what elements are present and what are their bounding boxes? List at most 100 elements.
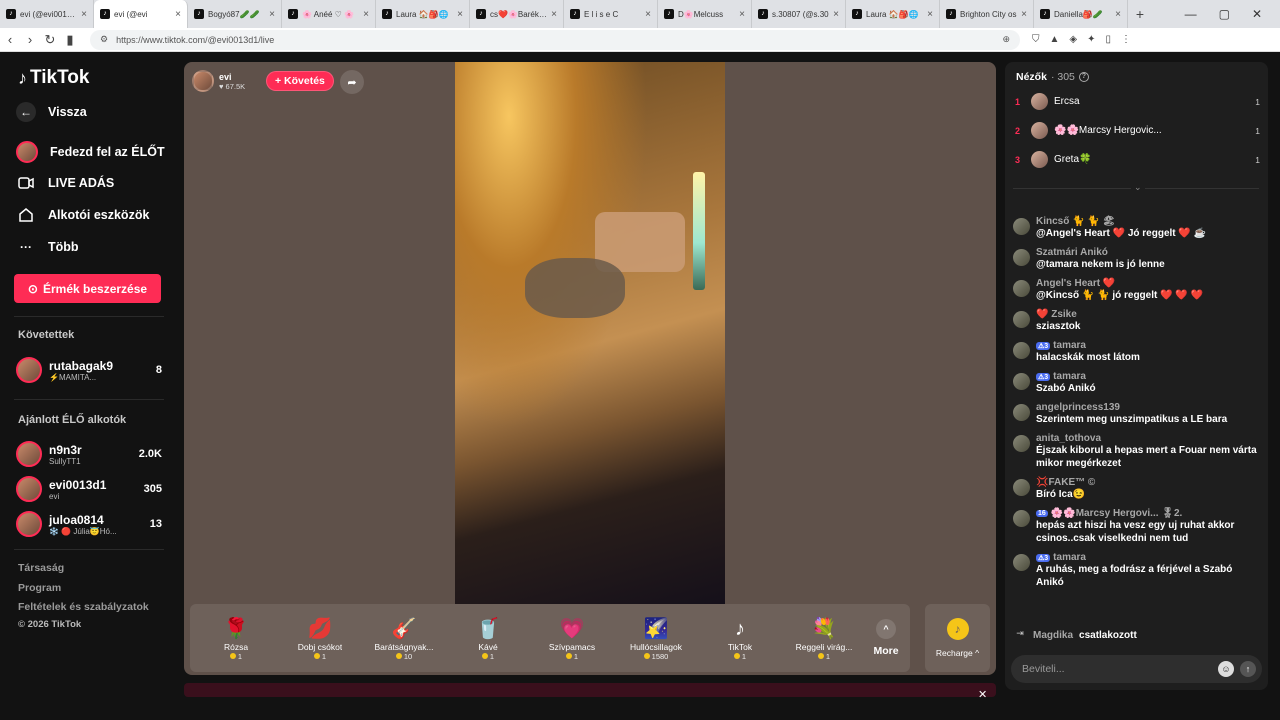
alert-icon[interactable]: ▲ [1050,34,1060,45]
avatar[interactable] [1013,554,1030,571]
more-gifts-button[interactable]: ^ More [866,619,906,657]
tab-close-icon[interactable]: × [81,9,87,20]
chat-username[interactable]: 💢FAKE™ © [1036,477,1095,488]
tab-close-icon[interactable]: × [739,9,745,20]
close-window-icon[interactable]: ✕ [1252,7,1262,21]
suggested-account[interactable]: juloa0814 ❄️ 🔴 Júlia😇Hó... 13 [16,511,162,537]
help-icon[interactable]: ? [1078,72,1089,82]
nav-creator-tools[interactable]: Alkotói eszközök [16,205,176,225]
chat-username[interactable]: Szatmári Anikó [1036,247,1108,258]
send-icon[interactable]: ↑ [1240,661,1256,677]
back-link[interactable]: ← Vissza [16,102,176,122]
footer-terms-link[interactable]: Feltételek és szabályzatok [18,601,149,613]
browser-tab[interactable]: ♪ Laura 🏠🎒🌐 × [376,0,470,28]
footer-company-link[interactable]: Társaság [18,562,64,574]
browser-tab[interactable]: ♪ Bogyó87🥒🥒 × [188,0,282,28]
browser-tab[interactable]: ♪ Daniella🎒🥒 × [1034,0,1128,28]
host-info[interactable]: evi ♥ 67.5K [192,70,245,92]
minimize-icon[interactable]: — [1185,7,1197,21]
joined-user[interactable]: Magdika [1033,630,1073,641]
tab-close-icon[interactable]: × [927,9,933,20]
avatar[interactable] [1013,218,1030,235]
browser-tab[interactable]: ♪ D🌸Melcuss × [658,0,752,28]
browser-tab[interactable]: ♪ Brighton City os × [940,0,1034,28]
reload-icon[interactable]: ↻ [40,32,60,48]
gift-item[interactable]: 🌠 Hullócsillagok 1580 [614,616,698,661]
follow-button[interactable]: + Követés [266,71,334,91]
back-nav-icon[interactable]: ‹ [0,32,20,47]
chat-username[interactable]: anita_tothova [1036,433,1101,444]
sidebar-icon[interactable]: ▯ [1106,34,1112,45]
get-coins-button[interactable]: ⊙ Érmék beszerzése [14,274,161,303]
shield-icon[interactable]: ⛉ [1032,34,1040,45]
chat-username[interactable]: Angel's Heart ❤️ [1036,278,1115,289]
close-icon[interactable]: ✕ [978,688,987,701]
suggested-account[interactable]: evi0013d1 evi 305 [16,476,162,502]
gift-item[interactable]: 🥤 Kávé 1 [446,616,530,661]
avatar[interactable] [1013,479,1030,496]
live-video[interactable] [455,62,725,604]
chat-username[interactable]: Kincső 🐈 🐈 🏖 [1036,216,1115,227]
chat-username[interactable]: ❤️ Zsike [1036,309,1077,320]
avatar[interactable] [1013,510,1030,527]
tab-close-icon[interactable]: × [1021,9,1027,20]
avatar[interactable] [1013,249,1030,266]
chat-input[interactable] [1022,663,1218,675]
url-field[interactable]: ⚙ https://www.tiktok.com/@evi0013d1/live… [90,29,1020,50]
nav-live-broadcast[interactable]: LIVE ADÁS [16,173,176,193]
footer-program-link[interactable]: Program [18,582,61,594]
browser-tab[interactable]: ♪ evi (@evi × [94,0,188,28]
gift-item[interactable]: 🌹 Rózsa 1 [194,616,278,661]
chat-username[interactable]: tamara [1053,340,1086,351]
browser-tab[interactable]: ♪ E l i s e C × [564,0,658,28]
nav-more[interactable]: ··· Több [16,237,176,257]
chat-username[interactable]: angelprincess139 [1036,402,1120,413]
top-viewer-row[interactable]: 3 Greta🍀 1 [1015,151,1260,168]
gift-item[interactable]: ♪ TikTok 1 [698,616,782,661]
tiktok-logo[interactable]: ♪ TikTok [18,67,89,89]
menu-icon[interactable]: ⋮ [1121,34,1131,45]
bookmark-icon[interactable]: ▮ [60,32,80,48]
avatar[interactable] [1013,280,1030,297]
tab-close-icon[interactable]: × [269,9,275,20]
gift-item[interactable]: 💐 Reggeli virág... 1 [782,616,866,661]
zoom-icon[interactable]: ⊕ [1002,34,1010,45]
share-icon[interactable]: ➦ [340,70,364,94]
chat-username[interactable]: tamara [1053,371,1086,382]
tab-close-icon[interactable]: × [457,9,463,20]
forward-nav-icon[interactable]: › [20,32,40,47]
browser-tab[interactable]: ♪ Laura 🏠🎒🌐 × [846,0,940,28]
browser-tab[interactable]: ♪ evi (@evi0013d1) × [0,0,94,28]
avatar[interactable] [1013,311,1030,328]
gift-item[interactable]: 💋 Dobj csókot 1 [278,616,362,661]
browser-tab[interactable]: ♪ cs❤️🌸Barékai🌸 × [470,0,564,28]
top-viewer-row[interactable]: 1 Ercsa 1 [1015,93,1260,110]
tab-close-icon[interactable]: × [175,9,181,20]
maximize-icon[interactable]: ▢ [1219,7,1230,21]
nav-explore-live[interactable]: Fedezd fel az ÉLŐT [16,141,176,163]
tab-close-icon[interactable]: × [1115,9,1121,20]
tab-close-icon[interactable]: × [363,9,369,20]
emoji-icon[interactable]: ☺ [1218,661,1234,677]
following-account[interactable]: rutabagak9 ⚡MAMITA... 8 [16,357,162,383]
browser-tab[interactable]: ♪ s.30807 (@s.30 × [752,0,846,28]
recharge-button[interactable]: ♪ Recharge ^ [925,604,990,672]
top-viewer-row[interactable]: 2 🌸🌸Marcsy Hergovic... 1 [1015,122,1260,139]
site-info-icon[interactable]: ⚙ [100,34,108,45]
tab-close-icon[interactable]: × [551,9,557,20]
chat-username[interactable]: 🌸🌸Marcsy Hergovi... 🎖2. [1051,508,1183,519]
avatar[interactable] [1013,373,1030,390]
suggested-account[interactable]: n9n3r SullyTT1 2.0K [16,441,162,467]
browser-tab[interactable]: ♪ 🌸 Anéé ♡ 🌸 × [282,0,376,28]
new-tab-button[interactable]: + [1128,6,1152,22]
tab-close-icon[interactable]: × [645,9,651,20]
extension-icon[interactable]: ◈ [1069,34,1077,45]
promo-banner[interactable] [184,683,996,697]
puzzle-icon[interactable]: ✦ [1087,34,1095,45]
chevron-down-icon[interactable]: ⌄ [1131,182,1145,193]
chat-username[interactable]: tamara [1053,552,1086,563]
tab-close-icon[interactable]: × [833,9,839,20]
gift-item[interactable]: 🎸 Barátságnyak... 10 [362,616,446,661]
avatar[interactable] [1013,342,1030,359]
avatar[interactable] [1013,404,1030,421]
